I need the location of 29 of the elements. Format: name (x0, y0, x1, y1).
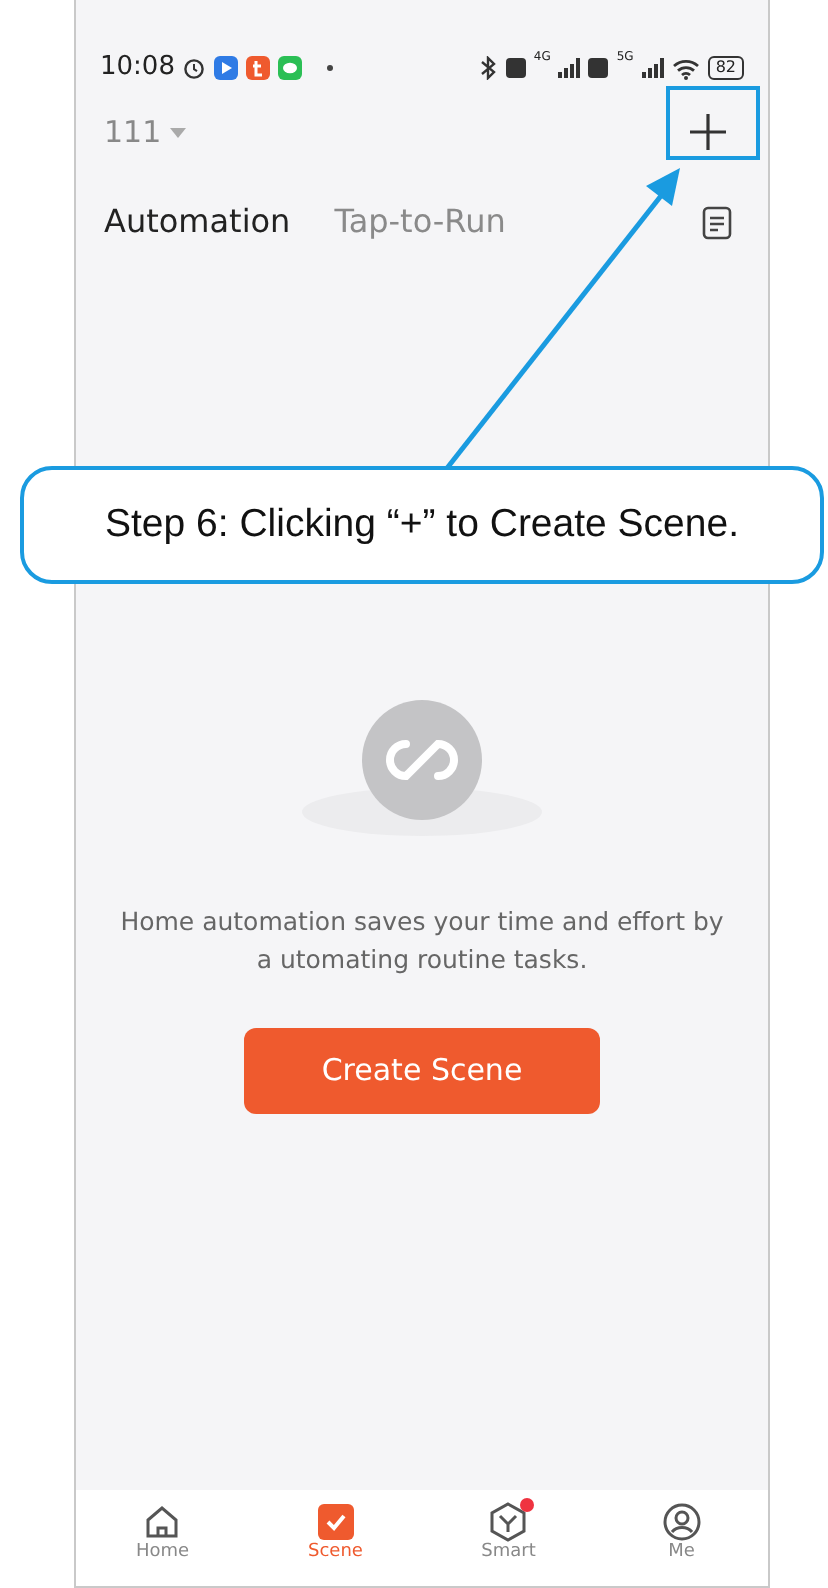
tab[interactable]: Tap-to-Run (334, 198, 506, 246)
wifi-icon (671, 57, 700, 79)
dot-icon (326, 64, 335, 72)
nav-item[interactable]: Smart (448, 1502, 569, 1564)
chat-app-icon (278, 56, 303, 80)
signal-icon (558, 58, 581, 78)
callout-text: Step 6: Clicking “+” to Create Scene. (20, 466, 824, 584)
checkmark-icon (315, 1502, 356, 1542)
add-icon[interactable] (688, 112, 728, 152)
bluetooth-icon (477, 56, 498, 80)
app-icon (246, 56, 271, 80)
nav-item[interactable]: Scene (275, 1502, 396, 1564)
status-time: 10:08 (100, 50, 175, 87)
home-icon (142, 1502, 183, 1542)
app-icon (214, 56, 239, 80)
alarm-icon (182, 56, 207, 80)
hexagon-icon (488, 1502, 529, 1542)
nav-item[interactable]: Home (102, 1502, 223, 1564)
battery-icon: 82 (707, 56, 744, 80)
user-icon (661, 1502, 702, 1542)
signal-icon (641, 58, 664, 78)
empty-state-message: Home automation saves your time and effort by a utomating routine tasks. (118, 904, 726, 978)
create-scene-button[interactable]: Create Scene (244, 1027, 600, 1113)
tab[interactable]: Automation (104, 198, 291, 246)
document-icon[interactable] (702, 206, 732, 241)
caret-icon (169, 127, 186, 137)
nav-item[interactable]: Me (621, 1502, 742, 1564)
home-selector[interactable]: 111 (104, 109, 186, 155)
highlight-frame (666, 86, 760, 160)
